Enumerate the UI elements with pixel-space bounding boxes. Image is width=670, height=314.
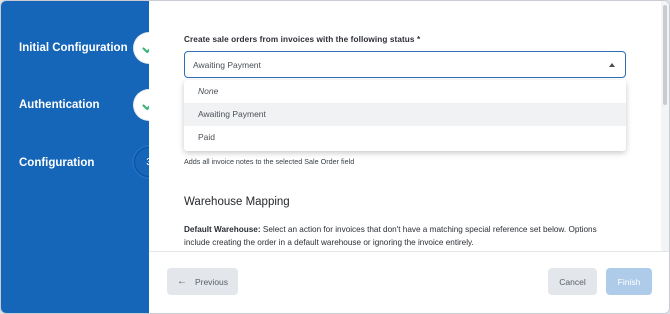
status-field-label-text: Create sale orders from invoices with th… xyxy=(184,35,415,44)
status-dropdown-menu: None Awaiting Payment Paid xyxy=(184,80,626,151)
configuration-panel: Create sale orders from invoices with th… xyxy=(149,1,669,251)
status-option-paid[interactable]: Paid xyxy=(184,126,626,149)
steps-sidebar: Initial Configuration Authentication Con… xyxy=(1,1,164,313)
default-warehouse-description: Default Warehouse: Select an action for … xyxy=(184,223,624,249)
required-marker: * xyxy=(416,35,421,44)
cancel-button[interactable]: Cancel xyxy=(548,268,597,295)
status-select-value: Awaiting Payment xyxy=(193,60,261,70)
step-label: Configuration xyxy=(19,157,95,169)
status-field-label: Create sale orders from invoices with th… xyxy=(184,35,420,44)
arrow-left-icon: ← xyxy=(176,276,187,287)
notes-helper-text: Adds all invoice notes to the selected S… xyxy=(184,157,355,166)
step-configuration: Configuration 3 xyxy=(1,147,164,177)
wizard-footer: ← Previous Cancel Finish xyxy=(149,251,669,313)
step-label: Authentication xyxy=(19,99,100,111)
status-select[interactable]: Awaiting Payment xyxy=(184,51,626,78)
step-authentication: Authentication xyxy=(1,90,164,120)
step-initial-configuration: Initial Configuration xyxy=(1,33,164,63)
caret-up-icon xyxy=(609,63,615,67)
scrollbar-thumb[interactable] xyxy=(663,5,667,105)
wizard-window: Initial Configuration Authentication Con… xyxy=(0,0,670,314)
previous-button-label: Previous xyxy=(194,276,229,287)
status-option-none[interactable]: None xyxy=(184,80,626,103)
default-warehouse-label: Default Warehouse: xyxy=(184,225,261,234)
status-option-awaiting-payment[interactable]: Awaiting Payment xyxy=(184,103,626,126)
warehouse-mapping-title: Warehouse Mapping xyxy=(184,196,290,208)
step-label: Initial Configuration xyxy=(19,42,128,54)
previous-button[interactable]: ← Previous xyxy=(167,268,238,295)
finish-button[interactable]: Finish xyxy=(606,268,652,295)
